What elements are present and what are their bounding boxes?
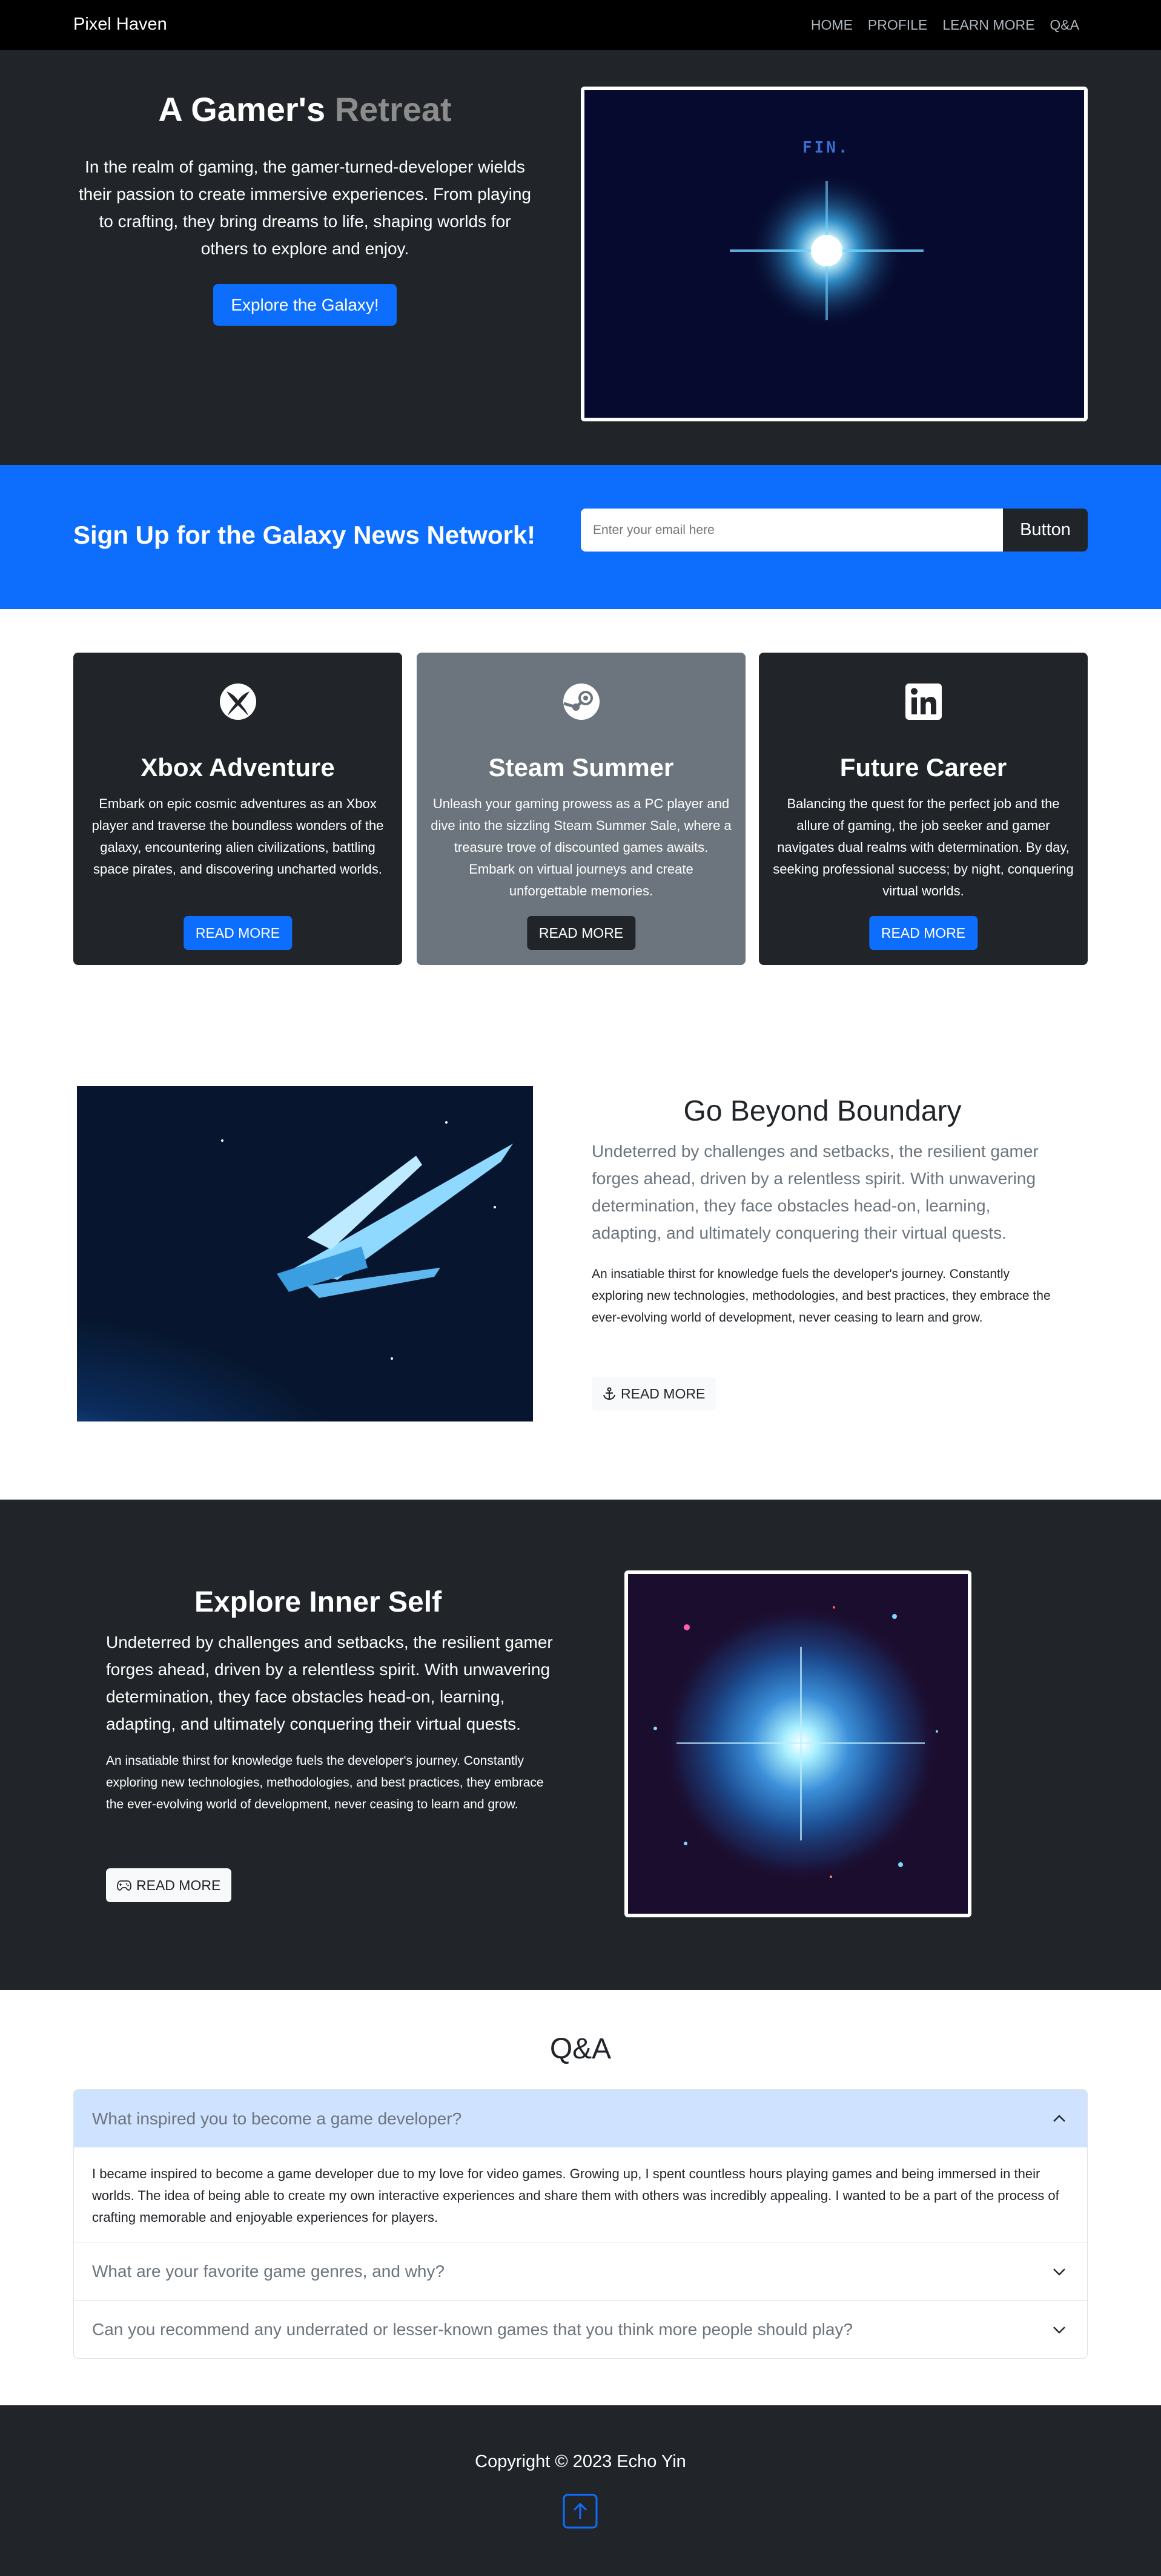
accordion-question: What are your favorite game genres, and … bbox=[92, 2261, 445, 2281]
steam-icon bbox=[563, 683, 600, 720]
explore-section: Explore Inner Self Undeterred by challen… bbox=[0, 1500, 1161, 1990]
signup-section: Sign Up for the Galaxy News Network! But… bbox=[0, 465, 1161, 609]
email-input[interactable] bbox=[581, 509, 1003, 552]
nav-links: HOME PROFILE LEARN MORE Q&A bbox=[811, 17, 1079, 33]
accordion-item: Can you recommend any underrated or less… bbox=[74, 2301, 1087, 2358]
explore-read-more-button[interactable]: READ MORE bbox=[106, 1868, 232, 1902]
signup-heading: Sign Up for the Galaxy News Network! bbox=[73, 521, 536, 549]
spaceship-image bbox=[77, 1086, 533, 1421]
accordion-header[interactable]: Can you recommend any underrated or less… bbox=[74, 2301, 1087, 2358]
qa-title: Q&A bbox=[549, 2033, 612, 2065]
accordion-item: What are your favorite game genres, and … bbox=[74, 2242, 1087, 2301]
galaxy-image bbox=[624, 1570, 971, 1917]
explore-title: Explore Inner Self bbox=[194, 1586, 442, 1618]
brand-logo-text[interactable]: Pixel Haven bbox=[73, 15, 167, 35]
boundary-text: An insatiable thirst for knowledge fuels… bbox=[592, 1267, 1051, 1325]
navbar: Pixel Haven HOME PROFILE LEARN MORE Q&A bbox=[0, 0, 1161, 50]
card-future-career: Future Career Balancing the quest for th… bbox=[759, 653, 1088, 965]
explore-text: An insatiable thirst for knowledge fuels… bbox=[106, 1754, 544, 1811]
card-text: Balancing the quest for the perfect job … bbox=[773, 796, 1074, 898]
boundary-lead: Undeterred by challenges and setbacks, t… bbox=[592, 1142, 1039, 1242]
accordion-question: Can you recommend any underrated or less… bbox=[92, 2319, 853, 2339]
boundary-read-more-button[interactable]: READ MORE bbox=[592, 1377, 716, 1411]
nav-link-home[interactable]: HOME bbox=[811, 17, 853, 33]
card-xbox-adventure: Xbox Adventure Embark on epic cosmic adv… bbox=[73, 653, 402, 965]
card-title: Steam Summer bbox=[488, 753, 674, 782]
accordion-question: What inspired you to become a game devel… bbox=[92, 2109, 462, 2128]
hero-lead: In the realm of gaming, the gamer-turned… bbox=[79, 157, 531, 258]
linkedin-icon bbox=[905, 683, 942, 720]
hero-section: A Gamer's Retreat In the realm of gaming… bbox=[0, 50, 1161, 465]
card-read-more-button[interactable]: READ MORE bbox=[868, 916, 978, 950]
qa-accordion: What inspired you to become a game devel… bbox=[73, 2089, 1088, 2359]
cards-section: Xbox Adventure Embark on epic cosmic adv… bbox=[0, 609, 1161, 1009]
explore-lead: Undeterred by challenges and setbacks, t… bbox=[106, 1633, 553, 1733]
accordion-header[interactable]: What are your favorite game genres, and … bbox=[74, 2242, 1087, 2300]
card-text: Unleash your gaming prowess as a PC play… bbox=[431, 796, 732, 898]
card-title: Future Career bbox=[839, 753, 1007, 782]
gamepad-icon bbox=[117, 1880, 131, 1891]
footer: Copyright © 2023 Echo Yin bbox=[0, 2405, 1161, 2576]
chevron-down-icon bbox=[1053, 2268, 1065, 2276]
card-read-more-button[interactable]: READ MORE bbox=[183, 916, 293, 950]
hero-image-star-burst: FIN. bbox=[581, 87, 1088, 421]
chevron-up-icon bbox=[1053, 2114, 1065, 2122]
card-text: Embark on epic cosmic adventures as an X… bbox=[91, 796, 384, 877]
hero-title-main: A Gamer's bbox=[158, 90, 335, 128]
nav-link-learn-more[interactable]: LEARN MORE bbox=[942, 17, 1034, 33]
hero-title-muted: Retreat bbox=[334, 90, 452, 128]
explore-button-label: READ MORE bbox=[136, 1877, 221, 1893]
nav-link-qa[interactable]: Q&A bbox=[1050, 17, 1079, 33]
accordion-header[interactable]: What inspired you to become a game devel… bbox=[74, 2090, 1087, 2147]
xbox-icon bbox=[219, 683, 257, 720]
explore-galaxy-button[interactable]: Explore the Galaxy! bbox=[213, 284, 397, 326]
chevron-down-icon bbox=[1053, 2326, 1065, 2334]
card-steam-summer: Steam Summer Unleash your gaming prowess… bbox=[417, 653, 746, 965]
nav-link-profile[interactable]: PROFILE bbox=[868, 17, 927, 33]
card-read-more-button[interactable]: READ MORE bbox=[526, 916, 636, 950]
accordion-answer: I became inspired to become a game devel… bbox=[92, 2166, 1059, 2225]
qa-section: Q&A What inspired you to become a game d… bbox=[0, 1990, 1161, 2405]
arrow-up-icon[interactable] bbox=[563, 2494, 598, 2529]
hero-title: A Gamer's Retreat bbox=[73, 90, 537, 129]
boundary-title: Go Beyond Boundary bbox=[683, 1095, 962, 1127]
boundary-section: Go Beyond Boundary Undeterred by challen… bbox=[0, 1009, 1161, 1500]
signup-button[interactable]: Button bbox=[1003, 509, 1088, 552]
boundary-button-label: READ MORE bbox=[621, 1385, 706, 1402]
hero-image-caption: FIN. bbox=[802, 139, 850, 157]
copyright-text: Copyright © 2023 Echo Yin bbox=[475, 2452, 686, 2471]
card-title: Xbox Adventure bbox=[141, 753, 335, 782]
accordion-item: What inspired you to become a game devel… bbox=[74, 2090, 1087, 2242]
anchor-icon bbox=[603, 1387, 615, 1400]
